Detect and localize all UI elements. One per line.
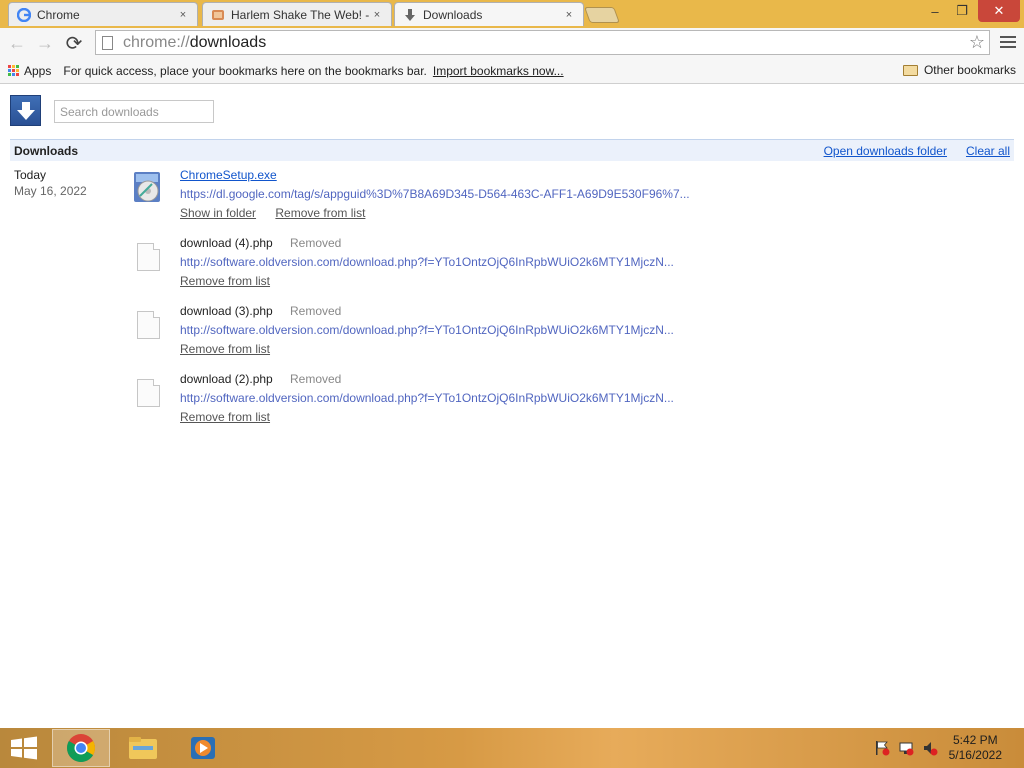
download-filename-link[interactable]: ChromeSetup.exe <box>180 168 277 182</box>
address-bar[interactable]: chrome://downloads ☆ <box>95 30 990 55</box>
clear-all-link[interactable]: Clear all <box>966 144 1010 158</box>
back-button[interactable]: ← <box>6 32 28 54</box>
download-filename: download (3).php <box>180 304 273 318</box>
apps-grid-icon[interactable] <box>8 65 19 76</box>
generic-file-icon <box>130 374 166 410</box>
open-downloads-folder-link[interactable]: Open downloads folder <box>824 144 947 158</box>
download-actions: Remove from list <box>180 274 286 288</box>
import-bookmarks-link[interactable]: Import bookmarks now... <box>433 64 564 78</box>
forward-button[interactable]: → <box>34 32 56 54</box>
download-filename: download (4).php <box>180 236 273 250</box>
date-group-day: Today <box>14 168 47 182</box>
generic-file-icon <box>130 306 166 342</box>
tab-title: Chrome <box>37 7 80 22</box>
browser-toolbar: ← → ⟳ chrome://downloads ☆ <box>0 28 1024 58</box>
folder-icon <box>902 64 918 76</box>
bookmarks-hint: For quick access, place your bookmarks h… <box>63 63 427 78</box>
download-item: download (2).php Removed http://software… <box>130 372 730 432</box>
minimize-button[interactable]: – <box>920 0 950 22</box>
url-path: downloads <box>189 33 267 51</box>
google-g-icon <box>17 7 31 22</box>
download-status: Removed <box>290 236 342 250</box>
reload-button[interactable]: ⟳ <box>63 32 85 55</box>
tab-harlem-shake[interactable]: Harlem Shake The Web! - × <box>202 2 392 26</box>
tab-close-icon[interactable]: × <box>371 9 383 21</box>
installer-file-icon <box>134 172 160 202</box>
action-center-flag-icon[interactable] <box>874 740 890 759</box>
download-source-url[interactable]: http://software.oldversion.com/download.… <box>180 391 674 405</box>
clock-time: 5:42 PM <box>952 733 998 747</box>
windows-start-icon[interactable] <box>4 729 44 767</box>
system-clock[interactable]: 5:42 PM 5/16/2022 <box>949 733 1002 763</box>
tab-chrome[interactable]: Chrome × <box>8 2 198 26</box>
show-in-folder-link[interactable]: Show in folder <box>180 206 256 220</box>
network-icon[interactable] <box>898 740 914 759</box>
tab-close-icon[interactable]: × <box>177 9 189 21</box>
remove-from-list-link[interactable]: Remove from list <box>275 206 365 220</box>
downloads-logo-icon <box>10 95 41 126</box>
downloads-title: Downloads <box>14 143 79 158</box>
page-icon <box>102 35 113 50</box>
download-status: Removed <box>290 372 342 386</box>
tab-strip: Chrome × Harlem Shake The Web! - × Downl… <box>0 0 1024 28</box>
close-window-button[interactable]: ✕ <box>978 0 1020 22</box>
file-explorer-icon[interactable] <box>118 729 168 767</box>
download-source-url[interactable]: http://software.oldversion.com/download.… <box>180 255 674 269</box>
date-group: Today May 16, 2022 <box>14 168 87 198</box>
windows-taskbar: 5:42 PM 5/16/2022 <box>0 728 1024 768</box>
remove-from-list-link[interactable]: Remove from list <box>180 410 270 424</box>
bookmark-star-icon[interactable]: ☆ <box>969 32 985 53</box>
remove-from-list-link[interactable]: Remove from list <box>180 342 270 356</box>
url-text: chrome://downloads <box>123 34 266 52</box>
url-scheme: chrome:// <box>123 33 190 51</box>
chrome-menu-icon[interactable] <box>1000 34 1016 50</box>
tab-close-icon[interactable]: × <box>563 9 575 21</box>
download-arrow-icon <box>405 8 415 21</box>
chrome-icon[interactable] <box>52 729 110 767</box>
generic-file-icon <box>130 238 166 274</box>
download-actions: Remove from list <box>180 410 286 424</box>
apps-shortcut[interactable]: Apps <box>24 64 51 78</box>
download-actions: Show in folder Remove from list <box>180 206 381 220</box>
tab-title: Downloads <box>423 7 483 22</box>
volume-muted-icon[interactable] <box>922 740 938 759</box>
download-filename: download (2).php <box>180 372 273 386</box>
download-status: Removed <box>290 304 342 318</box>
downloads-header: Downloads Open downloads folder Clear al… <box>10 139 1014 161</box>
download-actions: Remove from list <box>180 342 286 356</box>
search-downloads-input[interactable] <box>54 100 214 123</box>
media-player-icon[interactable] <box>178 729 228 767</box>
bookmarks-bar: Apps For quick access, place your bookma… <box>0 58 1024 84</box>
other-bookmarks-button[interactable]: Other bookmarks <box>902 63 1016 77</box>
remove-from-list-link[interactable]: Remove from list <box>180 274 270 288</box>
clock-date: 5/16/2022 <box>948 748 1002 762</box>
other-bookmarks-label: Other bookmarks <box>923 63 1016 77</box>
download-item: download (4).php Removed http://software… <box>130 236 730 296</box>
date-group-date: May 16, 2022 <box>14 184 87 198</box>
harlem-shake-favicon <box>212 9 224 20</box>
download-item: ChromeSetup.exe https://dl.google.com/ta… <box>130 168 730 228</box>
download-item: download (3).php Removed http://software… <box>130 304 730 364</box>
tab-title: Harlem Shake The Web! - <box>231 7 370 22</box>
new-tab-button[interactable] <box>584 7 620 23</box>
restore-button[interactable]: ❐ <box>948 0 976 22</box>
tab-downloads[interactable]: Downloads × <box>394 2 584 26</box>
download-source-url[interactable]: https://dl.google.com/tag/s/appguid%3D%7… <box>180 187 690 201</box>
download-source-url[interactable]: http://software.oldversion.com/download.… <box>180 323 674 337</box>
